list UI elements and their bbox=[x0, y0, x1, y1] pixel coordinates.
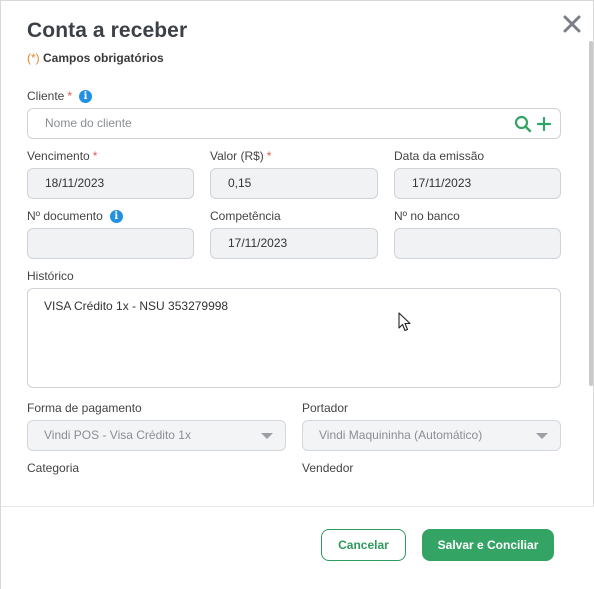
required-note-text: Campos obrigatórios bbox=[43, 51, 164, 65]
portador-value: Vindi Maquininha (Automático) bbox=[319, 428, 483, 442]
required-mark: * bbox=[67, 89, 73, 103]
chevron-down-icon bbox=[536, 433, 548, 439]
cliente-input[interactable]: Nome do cliente bbox=[27, 108, 561, 139]
data-emissao-input[interactable]: 17/11/2023 bbox=[394, 168, 561, 199]
documento-label: Nº documento i bbox=[27, 209, 123, 223]
mouse-cursor-icon bbox=[398, 312, 411, 332]
scrollbar[interactable] bbox=[589, 41, 593, 386]
required-mark: * bbox=[92, 149, 98, 163]
vencimento-input[interactable]: 18/11/2023 bbox=[27, 168, 194, 199]
no-banco-label: Nº no banco bbox=[394, 209, 460, 223]
cliente-placeholder: Nome do cliente bbox=[45, 116, 132, 130]
dialog-footer: Cancelar Salvar e Conciliar bbox=[1, 506, 594, 589]
close-icon[interactable] bbox=[561, 13, 583, 35]
cliente-label: Cliente * i bbox=[27, 89, 93, 103]
valor-input[interactable]: 0,15 bbox=[210, 168, 378, 199]
forma-pagamento-label: Forma de pagamento bbox=[27, 401, 142, 415]
required-asterisk: (*) bbox=[27, 51, 40, 65]
historico-textarea[interactable]: VISA Crédito 1x - NSU 353279998 bbox=[27, 288, 561, 388]
required-mark: * bbox=[266, 149, 272, 163]
conta-receber-dialog: Conta a receber (*) Campos obrigatórios … bbox=[0, 0, 594, 589]
chevron-down-icon bbox=[261, 433, 273, 439]
dialog-title: Conta a receber bbox=[27, 19, 188, 42]
no-banco-input[interactable] bbox=[394, 228, 561, 259]
categoria-label: Categoria bbox=[27, 461, 80, 475]
historico-label: Histórico bbox=[27, 269, 74, 283]
search-icon[interactable] bbox=[514, 115, 532, 133]
info-icon[interactable]: i bbox=[109, 210, 123, 223]
save-reconcile-button[interactable]: Salvar e Conciliar bbox=[422, 529, 554, 561]
valor-label: Valor (R$) * bbox=[210, 149, 272, 163]
vencimento-label: Vencimento * bbox=[27, 149, 98, 163]
competencia-input[interactable]: 17/11/2023 bbox=[210, 228, 378, 259]
competencia-label: Competência bbox=[210, 209, 281, 223]
vendedor-label: Vendedor bbox=[302, 461, 354, 475]
portador-select[interactable]: Vindi Maquininha (Automático) bbox=[302, 420, 561, 451]
info-icon[interactable]: i bbox=[79, 90, 93, 103]
forma-pagamento-value: Vindi POS - Visa Crédito 1x bbox=[44, 428, 191, 442]
cancel-button[interactable]: Cancelar bbox=[321, 529, 406, 561]
documento-input[interactable] bbox=[27, 228, 194, 259]
plus-icon[interactable] bbox=[536, 116, 552, 132]
required-fields-note: (*) Campos obrigatórios bbox=[27, 51, 164, 65]
data-emissao-label: Data da emissão bbox=[394, 149, 485, 163]
portador-label: Portador bbox=[302, 401, 349, 415]
forma-pagamento-select[interactable]: Vindi POS - Visa Crédito 1x bbox=[27, 420, 286, 451]
